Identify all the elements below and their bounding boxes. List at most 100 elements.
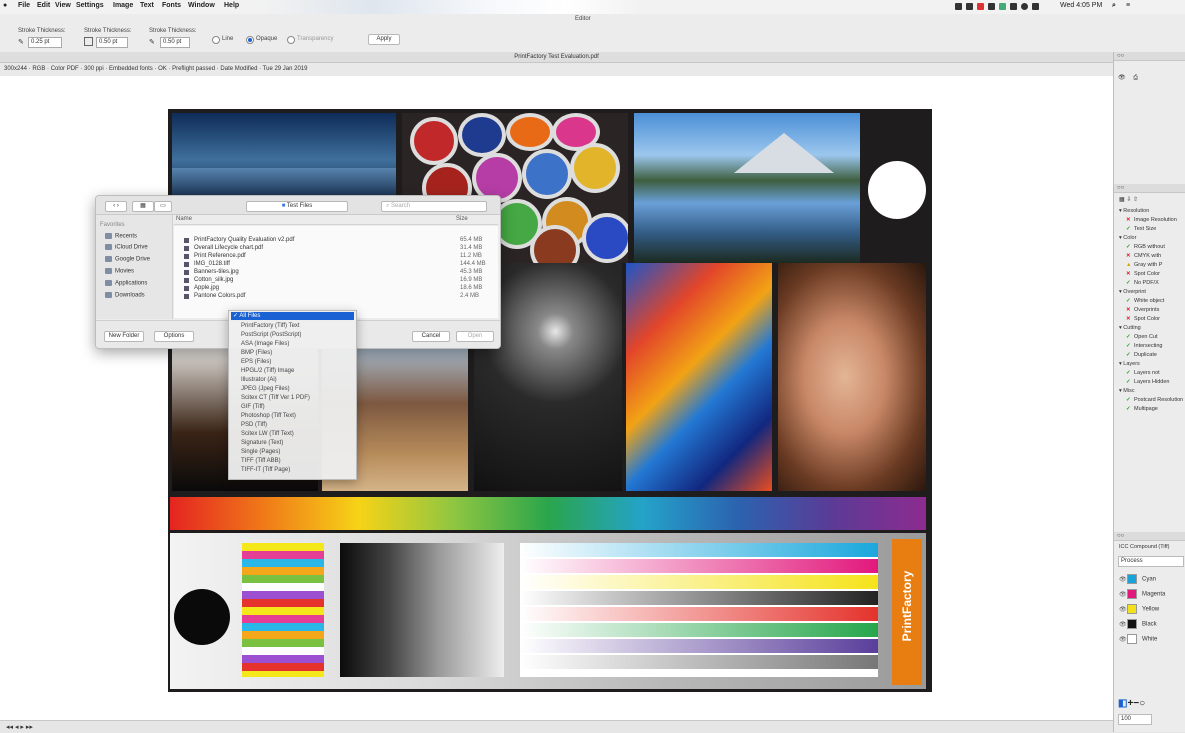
window-controls-icon[interactable]: ○○: [1117, 185, 1124, 191]
format-option[interactable]: PSD (Tiff): [241, 421, 267, 429]
sidebar-item-movies[interactable]: Movies: [105, 268, 134, 275]
preflight-item[interactable]: ✕ Image Resolution: [1126, 217, 1177, 224]
preflight-item[interactable]: ✓ RGB without: [1126, 244, 1165, 251]
file-row[interactable]: Print Reference.pdf 11.2 MB: [174, 252, 498, 260]
preflight-group[interactable]: ▾ Overprint: [1119, 289, 1146, 296]
menu-text[interactable]: Text: [140, 2, 154, 9]
file-row[interactable]: IMG_0128.tiff 144.4 MB: [174, 260, 498, 268]
preflight-item[interactable]: ▲ Gray with P: [1126, 262, 1162, 269]
status-icon-4[interactable]: [988, 3, 995, 10]
window-controls-icon[interactable]: ○○: [1117, 53, 1124, 59]
format-option[interactable]: EPS (Files): [241, 358, 271, 366]
radio-opaque[interactable]: [246, 36, 254, 44]
format-option[interactable]: Photoshop (Tiff Text): [241, 412, 296, 420]
preflight-item[interactable]: ✓ Text Size: [1126, 226, 1156, 233]
separation-channel[interactable]: 👁 White: [1119, 634, 1157, 644]
format-option-selected[interactable]: ✓ All Files: [231, 312, 354, 320]
status-icon-2[interactable]: [966, 3, 973, 10]
options-button[interactable]: Options: [154, 331, 194, 342]
status-icon-1[interactable]: [955, 3, 962, 10]
eye-icon[interactable]: 👁: [1118, 75, 1126, 81]
format-option[interactable]: ASA (Image Files): [241, 340, 289, 348]
preflight-item[interactable]: ✕ Spot Color: [1126, 316, 1160, 323]
separation-channel[interactable]: 👁 Magenta: [1119, 589, 1165, 599]
format-option[interactable]: BMP (Files): [241, 349, 272, 357]
group-button[interactable]: ▭: [154, 201, 172, 212]
eye-icon[interactable]: 👁: [1119, 576, 1127, 583]
stroke-input-3[interactable]: 0.50 pt: [160, 37, 190, 48]
menu-file[interactable]: File: [18, 2, 30, 9]
wifi-icon[interactable]: [1021, 3, 1028, 10]
format-option[interactable]: Single (Pages): [241, 448, 280, 456]
radio-transparency[interactable]: [287, 36, 295, 44]
search-icon[interactable]: ⌕: [1112, 2, 1116, 10]
sidebar-item-google-drive[interactable]: Google Drive: [105, 256, 150, 263]
apply-button[interactable]: Apply: [368, 34, 400, 45]
menu-window[interactable]: Window: [188, 2, 215, 9]
separations-tools[interactable]: ◧+−○: [1118, 698, 1145, 709]
preflight-group[interactable]: ▾ Layers: [1119, 361, 1140, 368]
preflight-item[interactable]: ✓ Intersecting: [1126, 343, 1162, 350]
format-option[interactable]: Signature (Text): [241, 439, 283, 447]
sidebar-item-applications[interactable]: Applications: [105, 280, 147, 287]
menu-help[interactable]: Help: [224, 2, 239, 9]
eye-icon[interactable]: 👁: [1119, 606, 1127, 613]
column-size[interactable]: Size: [456, 216, 468, 222]
preflight-item[interactable]: ✓ No PDF/X: [1126, 280, 1159, 287]
preflight-toolbar[interactable]: ▦ ⇩ ⇧: [1119, 196, 1138, 203]
open-button[interactable]: Open: [456, 331, 494, 342]
format-option[interactable]: HPGL/2 (Tiff) Image: [241, 367, 294, 375]
preflight-item[interactable]: ✕ Overprints: [1126, 307, 1159, 314]
format-option[interactable]: Scitex LW (Tiff Text): [241, 430, 294, 438]
battery-icon[interactable]: [1032, 3, 1039, 10]
preflight-item[interactable]: ✓ White object: [1126, 298, 1164, 305]
preflight-item[interactable]: ✕ CMYK with: [1126, 253, 1161, 260]
preflight-group[interactable]: ▾ Color: [1119, 235, 1136, 242]
status-icon-5[interactable]: [999, 3, 1006, 10]
file-row[interactable]: Overall Lifecycle chart.pdf 31.4 MB: [174, 244, 498, 252]
format-option[interactable]: Illustrator (Ai): [241, 376, 277, 384]
preflight-group[interactable]: ▾ Cutting: [1119, 325, 1141, 332]
cancel-button[interactable]: Cancel: [412, 331, 450, 342]
format-option[interactable]: PostScript (PostScript): [241, 331, 301, 339]
eye-icon[interactable]: 👁: [1119, 591, 1127, 598]
preflight-item[interactable]: ✓ Layers not: [1126, 370, 1160, 377]
format-option[interactable]: TIFF-IT (Tiff Page): [241, 466, 290, 474]
preflight-item[interactable]: ✓ Open Cut: [1126, 334, 1158, 341]
format-option[interactable]: TIFF (Tiff ABB): [241, 457, 281, 465]
preflight-item[interactable]: ✓ Postcard Resolution: [1126, 397, 1183, 404]
eye-icon[interactable]: 👁: [1119, 636, 1127, 643]
file-row[interactable]: Cotton_silk.jpg 16.9 MB: [174, 276, 498, 284]
file-row[interactable]: Apple.jpg 18.6 MB: [174, 284, 498, 292]
separation-channel[interactable]: 👁 Black: [1119, 619, 1157, 629]
preflight-item[interactable]: ✓ Layers Hidden: [1126, 379, 1169, 386]
separation-mode-select[interactable]: Process: [1118, 556, 1184, 567]
search-field[interactable]: ⌕ Search: [381, 201, 487, 212]
preflight-item[interactable]: ✕ Spot Color: [1126, 271, 1160, 278]
sidebar-item-icloud[interactable]: iCloud Drive: [105, 244, 148, 251]
format-option[interactable]: PrintFactory (Tiff) Text: [241, 322, 300, 330]
separation-channel[interactable]: 👁 Cyan: [1119, 574, 1156, 584]
format-option[interactable]: JPEG (Jpeg Files): [241, 385, 290, 393]
separation-channel[interactable]: 👁 Yellow: [1119, 604, 1159, 614]
file-row[interactable]: Pantone Colors.pdf 2.4 MB: [174, 292, 498, 300]
eye-icon[interactable]: 👁: [1119, 621, 1127, 628]
status-icon-3[interactable]: [977, 3, 984, 10]
path-dropdown[interactable]: ■ Test Files: [246, 201, 348, 212]
control-center-icon[interactable]: ≡: [1126, 2, 1130, 9]
preflight-group[interactable]: ▾ Misc: [1119, 388, 1135, 395]
menu-view[interactable]: View: [55, 2, 71, 9]
sidebar-item-recents[interactable]: Recents: [105, 233, 137, 240]
sidebar-item-downloads[interactable]: Downloads: [105, 292, 145, 299]
menu-edit[interactable]: Edit: [37, 2, 50, 9]
page-nav-icons[interactable]: ◂◂ ◂ ▸ ▸▸: [6, 723, 33, 731]
radio-line[interactable]: [212, 36, 220, 44]
menu-fonts[interactable]: Fonts: [162, 2, 181, 9]
view-mode-button[interactable]: ▦: [132, 201, 154, 212]
file-row[interactable]: Banners-tiles.jpg 45.3 MB: [174, 268, 498, 276]
panel-print-row[interactable]: 👁 ⎙: [1118, 74, 1138, 82]
status-icon-6[interactable]: [1010, 3, 1017, 10]
format-option[interactable]: Scitex CT (Tiff Ver 1 PDF): [241, 394, 310, 402]
new-folder-button[interactable]: New Folder: [104, 331, 144, 342]
menu-image[interactable]: Image: [113, 2, 133, 9]
